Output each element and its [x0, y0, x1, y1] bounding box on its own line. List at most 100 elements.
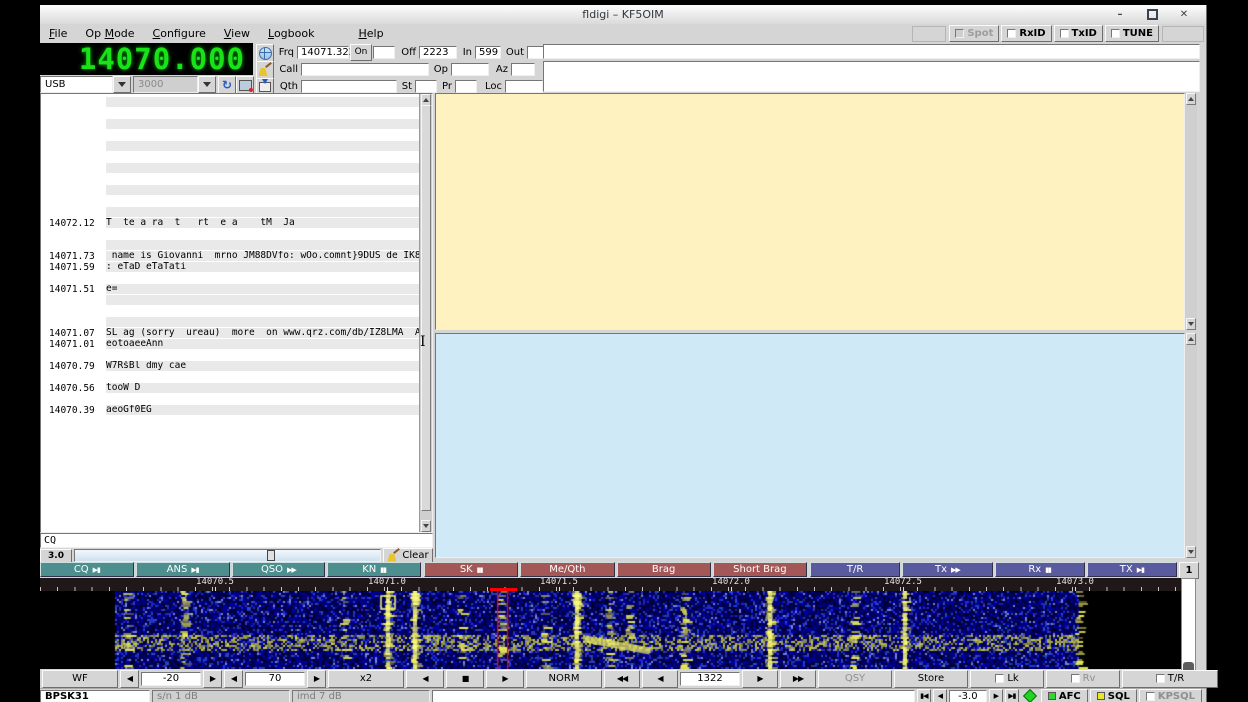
- qth-field[interactable]: [301, 80, 397, 93]
- browser-row[interactable]: [42, 416, 419, 427]
- time-on-field[interactable]: [373, 46, 395, 59]
- clear-button[interactable]: Clear: [383, 548, 433, 563]
- browser-row[interactable]: [42, 185, 419, 196]
- sync-icon[interactable]: ↻: [218, 76, 236, 94]
- chevron-down-icon[interactable]: [113, 76, 131, 93]
- browser-row[interactable]: [42, 449, 419, 460]
- az-field[interactable]: [511, 63, 535, 76]
- shift-last-button[interactable]: ▶▮: [1005, 689, 1019, 702]
- wf-button-glyph[interactable]: ▶: [203, 670, 222, 688]
- chevron-down-icon[interactable]: [198, 76, 216, 93]
- shift-prev-button[interactable]: ◀: [933, 689, 947, 702]
- wf-button-glyph[interactable]: ◀: [642, 670, 678, 688]
- afc-toggle[interactable]: AFC: [1041, 689, 1088, 702]
- wf-button-wf[interactable]: WF: [42, 670, 118, 688]
- loc-field[interactable]: [505, 80, 543, 93]
- browser-row[interactable]: [42, 438, 419, 449]
- browser-row[interactable]: 14072.12T te a ra t rt e a tM Ja: [42, 218, 419, 229]
- minimize-icon[interactable]: –: [1114, 9, 1126, 21]
- frq-field[interactable]: 14071.322: [297, 46, 349, 59]
- rst-in-field[interactable]: 599: [475, 46, 501, 59]
- macro-set-button[interactable]: 1: [1179, 562, 1199, 579]
- delay-value[interactable]: 3.0: [40, 549, 72, 563]
- browser-row[interactable]: [42, 163, 419, 174]
- browser-row[interactable]: [42, 427, 419, 438]
- wf-button-glyph[interactable]: ◀◀: [604, 670, 640, 688]
- menu-item-file[interactable]: File: [40, 25, 76, 42]
- browser-row[interactable]: [42, 141, 419, 152]
- wf-button-x2[interactable]: x2: [328, 670, 404, 688]
- toggle-txid[interactable]: TxID: [1054, 25, 1103, 42]
- macro-button-short-brag[interactable]: Short Brag: [713, 562, 807, 577]
- browser-row[interactable]: 14071.07SL ag (sorry ureau) more on www.…: [42, 328, 419, 339]
- browser-row[interactable]: [42, 119, 419, 130]
- browser-row[interactable]: [42, 471, 419, 482]
- call-field[interactable]: [301, 63, 429, 76]
- browser-row[interactable]: [42, 207, 419, 218]
- pr-field[interactable]: [455, 80, 477, 93]
- toggle-spot[interactable]: Spot: [949, 25, 999, 42]
- time-off-field[interactable]: 2223: [419, 46, 457, 59]
- wf-button-glyph[interactable]: ▶: [307, 670, 326, 688]
- browser-row[interactable]: [42, 240, 419, 251]
- macro-button-tx[interactable]: Tx▶▶: [902, 562, 992, 577]
- wf-button-store[interactable]: Store: [894, 670, 968, 688]
- wf-field-1322[interactable]: 1322: [680, 672, 740, 686]
- mode-select[interactable]: USB: [40, 76, 131, 93]
- macro-button-kn[interactable]: KN▮▮: [327, 562, 421, 577]
- wf-button-glyph[interactable]: ▶: [486, 670, 524, 688]
- browser-row[interactable]: [42, 372, 419, 383]
- wf-button-glyph[interactable]: ◀: [406, 670, 444, 688]
- browser-row[interactable]: 14070.79W7RšBl dmy cae: [42, 361, 419, 372]
- tx-scrollbar[interactable]: [1185, 333, 1197, 558]
- bandwidth-select[interactable]: 3000: [133, 76, 216, 93]
- browser-row[interactable]: [42, 394, 419, 405]
- wf-field-70[interactable]: 70: [245, 672, 305, 686]
- mode-status[interactable]: BPSK31: [40, 690, 150, 702]
- browser-row[interactable]: [42, 196, 419, 207]
- op-field[interactable]: [451, 63, 489, 76]
- monitor-icon[interactable]: [236, 76, 254, 94]
- wf-button-glyph[interactable]: ◀: [120, 670, 139, 688]
- title-bar[interactable]: fldigi – KF5OIM – ✕: [40, 5, 1206, 25]
- browser-row[interactable]: [42, 152, 419, 163]
- menu-item-op-mode[interactable]: Op Mode: [76, 25, 143, 42]
- macro-button-tx[interactable]: TX▶▮: [1087, 562, 1177, 577]
- toggle-tune[interactable]: TUNE: [1105, 25, 1159, 42]
- st-field[interactable]: [415, 80, 437, 93]
- rx-text-panel[interactable]: [435, 93, 1185, 330]
- browser-row[interactable]: [42, 130, 419, 141]
- shift-next-button[interactable]: ▶: [989, 689, 1003, 702]
- browser-row[interactable]: [42, 306, 419, 317]
- frequency-shift-field[interactable]: -3.0: [949, 690, 987, 702]
- wf-button-glyph[interactable]: ▶▶: [780, 670, 816, 688]
- browser-row[interactable]: [42, 350, 419, 361]
- browser-row[interactable]: [42, 108, 419, 119]
- browser-row[interactable]: [42, 229, 419, 240]
- browser-row[interactable]: [42, 317, 419, 328]
- clear-fields-broom-icon[interactable]: [256, 61, 274, 79]
- time-on-button[interactable]: On: [350, 44, 372, 61]
- sql-toggle[interactable]: SQL: [1090, 689, 1137, 702]
- browser-row[interactable]: [42, 526, 419, 533]
- macro-button-ans[interactable]: ANS▶▮: [136, 562, 230, 577]
- delay-slider[interactable]: [74, 549, 381, 562]
- browser-row[interactable]: [42, 460, 419, 471]
- macro-button-t-r[interactable]: T/R: [810, 562, 900, 577]
- wf-button-qsy[interactable]: QSY: [818, 670, 892, 688]
- wf-button-rv[interactable]: Rv: [1046, 670, 1120, 688]
- menu-item-help[interactable]: Help: [349, 25, 392, 42]
- slider-handle[interactable]: [267, 550, 275, 561]
- shift-first-button[interactable]: ▮◀: [917, 689, 931, 702]
- browser-row[interactable]: 14070.56tooW D: [42, 383, 419, 394]
- toggle-rxid[interactable]: RxID: [1001, 25, 1051, 42]
- qrz-globe-icon[interactable]: [256, 44, 274, 62]
- tx-entry-field[interactable]: CQ: [40, 533, 433, 548]
- browser-row[interactable]: 14071.01eotoaeeAnn: [42, 339, 419, 350]
- menu-item-view[interactable]: View: [215, 25, 259, 42]
- tx-text-panel[interactable]: [435, 333, 1185, 558]
- waterfall-display[interactable]: [40, 591, 1181, 669]
- notes-field-1[interactable]: [543, 44, 1200, 59]
- browser-row[interactable]: [42, 515, 419, 526]
- maximize-icon[interactable]: [1146, 9, 1158, 21]
